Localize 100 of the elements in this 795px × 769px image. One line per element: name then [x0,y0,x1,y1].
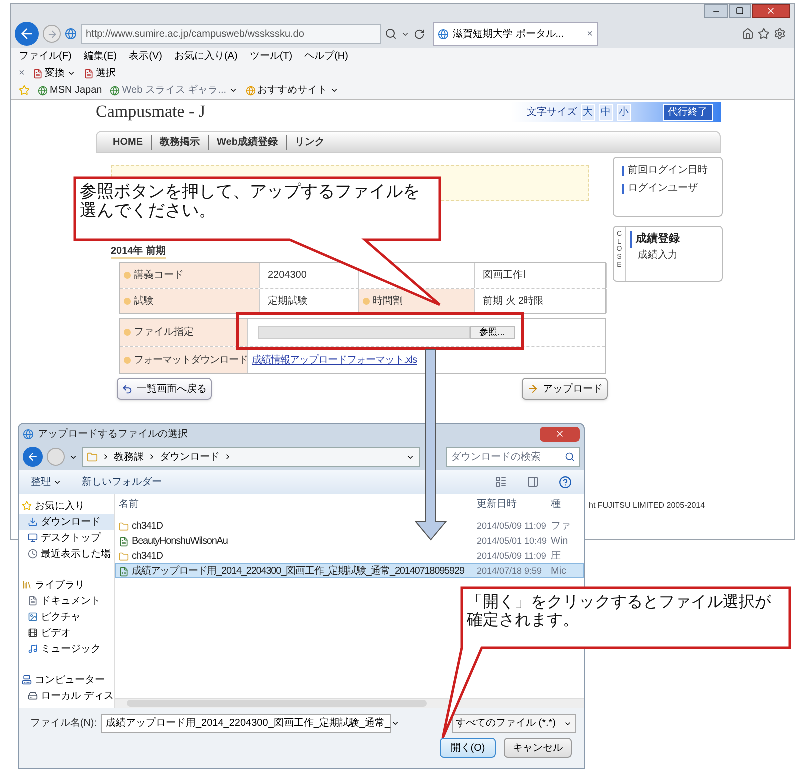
file-icon [119,536,129,546]
close-command[interactable]: × [19,66,25,81]
globe-icon [438,28,449,40]
computer-icon [22,675,32,685]
file-type: Win [551,535,570,549]
file-path-field[interactable] [258,326,470,339]
nav-link[interactable]: Web成績登録 [208,134,286,150]
nav-pane-item[interactable]: ローカル ディス [19,688,114,704]
image-icon [28,612,38,622]
bullet-icon [124,272,131,279]
toolbar-button[interactable]: 整理 [31,474,51,490]
back-button[interactable] [15,22,39,46]
open-button[interactable]: 開く(O) [440,738,496,758]
favorite-link[interactable]: MSN Japan [50,83,102,98]
font-size-button[interactable]: 中 [599,104,613,120]
nav-pane-item[interactable]: デスクトップ [19,530,114,546]
home-icon[interactable] [742,28,754,40]
refresh-icon[interactable] [414,28,425,40]
browser-tab[interactable]: 滋賀短期大学 ポータル... × [433,22,598,46]
favorite-link[interactable]: Web スライス ギャラ... [122,83,227,98]
column-header[interactable]: 名前 [119,496,477,512]
favorites-star-icon[interactable] [19,85,30,96]
command-button[interactable]: 選択 [96,66,116,81]
menu-link[interactable]: 成績入力 [638,248,680,262]
nav-pane-item[interactable]: 最近表示した場 [19,546,114,562]
close-button[interactable] [752,4,790,18]
column-header[interactable]: 種 [551,496,584,512]
search-field[interactable]: ダウンロードの検索 [446,447,580,467]
settings-icon[interactable] [774,28,786,40]
globe-icon [65,28,77,40]
file-type-dropdown[interactable]: すべてのファイル (*.*) [452,714,576,733]
callout-text: 「開く」をクリックするとファイル選択が確定されます。 [467,594,772,630]
label-cell: 時間割 [359,289,475,313]
nav-link[interactable]: HOME [105,134,151,150]
end-proxy-button[interactable]: 代行終了 [663,104,713,120]
caret-icon[interactable] [228,86,238,95]
globe-icon [38,86,48,96]
nav-link[interactable]: リンク [286,134,333,150]
clock-icon [28,549,38,559]
column-header[interactable]: 更新日時 [477,496,551,512]
format-download-link[interactable]: 成績情報アップロードフォーマット.xls [252,352,417,368]
back-button[interactable] [23,447,43,467]
view-icon[interactable] [495,476,507,488]
menu-item[interactable]: ヘルプ(H) [304,49,348,64]
nav-pane-item[interactable]: ドキュメント [19,593,114,609]
filename-label: ファイル名(N): [29,717,97,731]
document-icon [84,68,94,78]
caret-icon[interactable] [66,69,76,78]
nav-pane-item[interactable]: ダウンロード [19,514,114,530]
nav-link[interactable]: 教務掲示 [151,134,208,150]
nav-pane-item[interactable]: ライブラリ [19,577,114,593]
nav-pane-item[interactable]: コンピューター [19,672,114,688]
font-size-button[interactable]: 大 [581,104,595,120]
folder-icon [119,522,129,532]
menu-item[interactable]: ファイル(F) [19,49,72,64]
tab-close-button[interactable]: × [587,26,593,42]
file-row[interactable]: BeautyHonshuWilsonAu 2014/05/01 10:49 Win [115,533,584,548]
hard-drive-icon [28,691,38,701]
file-date: 2014/05/09 11:09 [477,550,548,563]
command-button[interactable]: 変換 [44,66,65,81]
breadcrumb-item[interactable]: ダウンロード [160,450,220,464]
toolbar-button[interactable]: 新しいフォルダー [82,474,162,490]
maximize-button[interactable] [729,4,751,18]
star-icon[interactable] [758,28,770,40]
file-row[interactable]: ch341D 2014/05/09 11:09 ファ [115,518,584,533]
caret-icon[interactable] [330,86,339,95]
file-name: ch341D [132,550,163,564]
cancel-button[interactable]: キャンセル [504,738,572,758]
back-to-list-button[interactable]: 一覧画面へ戻る [117,378,212,400]
menu-item[interactable]: ツール(T) [250,49,293,64]
help-icon[interactable] [559,476,572,488]
nav-pane-item[interactable]: お気に入り [19,498,114,514]
nav-pane-item[interactable]: ミュージック [19,641,114,657]
address-field[interactable]: http://www.sumire.ac.jp/campusweb/wsskssku.do [81,24,381,44]
menu-item[interactable]: 編集(E) [84,49,118,64]
font-size-button[interactable]: 小 [617,104,631,120]
upload-button[interactable]: アップロード [522,378,608,400]
close-icon [766,6,776,16]
breadcrumb-bar[interactable]: 教務課 ダウンロード [82,447,420,467]
globe-icon [23,428,34,440]
close-button[interactable] [540,426,580,442]
horizontal-scrollbar[interactable] [115,698,584,708]
file-type: 圧 [551,550,562,564]
file-name: BeautyHonshuWilsonAu [132,535,228,549]
preview-pane-icon[interactable] [527,476,539,488]
table-cell: 図画工作Ⅰ [475,263,607,288]
scrollbar-thumb[interactable] [127,700,427,707]
bullet-icon [363,298,370,304]
breadcrumb-item[interactable]: 教務課 [114,450,144,464]
nav-pane-item[interactable]: ビデオ [19,625,114,641]
menu-item[interactable]: お気に入り(A) [174,49,238,64]
search-icon[interactable] [385,28,397,40]
file-row[interactable]: 成績アップロード用_2014_2204300_図画工作_定期試験_通常_20140718095929 2014/07/18 9:59 Mic [115,563,584,578]
file-date: 2014/05/01 10:49 [477,534,548,548]
favorite-link[interactable]: おすすめサイト [258,83,328,98]
folder-icon [87,452,98,462]
nav-pane-item[interactable]: ピクチャ [19,609,114,625]
browse-button[interactable]: 参照... [470,326,515,339]
menu-item[interactable]: 表示(V) [129,49,162,64]
file-row[interactable]: ch341D 2014/05/09 11:09 圧 [115,548,584,563]
